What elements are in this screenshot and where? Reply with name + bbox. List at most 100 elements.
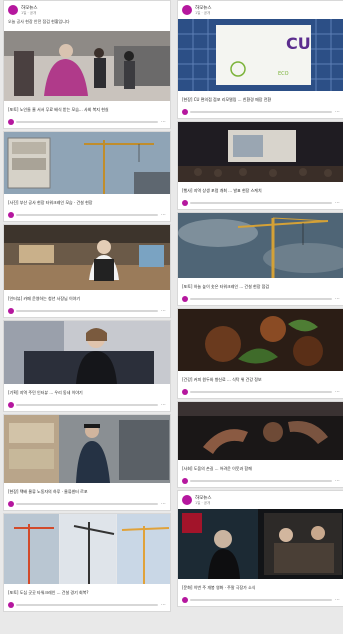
reaction-icon[interactable] [8, 500, 14, 507]
post-image[interactable] [4, 225, 170, 294]
more-options-icon[interactable]: ⋯ [161, 402, 166, 408]
feed-card[interactable]: [건강] 커피 원두와 향신료 ... 식탁 위 건강 정보 ⋯ [177, 308, 343, 399]
feed-column-left: 하모뉴스 1일 · 공개 오늘 공사 현장 안전 점검 현황입니다 [포토] 노… [3, 0, 171, 614]
post-reactions: ⋯ [4, 499, 170, 510]
more-options-icon[interactable]: ⋯ [335, 200, 340, 206]
reaction-icon[interactable] [8, 211, 14, 218]
feed-card[interactable]: [사회] 도움의 손길 ... 어려운 이웃과 함께 ⋯ [177, 401, 343, 488]
more-options-icon[interactable]: ⋯ [161, 119, 166, 125]
post-reactions: ⋯ [178, 476, 343, 487]
post-image[interactable] [4, 514, 170, 588]
feed-card[interactable]: 하모뉴스 1일 · 공개 오늘 공사 현장 안전 점검 현황입니다 [포토] 노… [3, 0, 171, 129]
feed-card[interactable]: [포토] 하늘 높이 솟은 타워크레인 ... 건설 현장 점검 ⋯ [177, 212, 343, 306]
post-reactions: ⋯ [4, 306, 170, 317]
post-reactions: ⋯ [4, 400, 170, 411]
post-caption[interactable]: [행사] 지역 상생 포럼 개최 ... 발표 현장 스케치 [178, 186, 343, 198]
more-options-icon[interactable]: ⋯ [335, 296, 340, 302]
feed-card[interactable]: [행사] 지역 상생 포럼 개최 ... 발표 현장 스케치 ⋯ [177, 121, 343, 210]
post-intro-text: 오늘 공사 현장 안전 점검 현황입니다 [8, 19, 70, 24]
post-caption[interactable]: [포토] 노인들 줄 서서 무료 배식 받는 모습... 사회 복지 현실 [4, 105, 170, 117]
more-options-icon[interactable]: ⋯ [335, 389, 340, 395]
cu-logo-text: CU [286, 34, 311, 53]
reaction-icon[interactable] [8, 401, 14, 408]
post-caption[interactable]: [포토] 하늘 높이 솟은 타워크레인 ... 건설 현장 점검 [178, 282, 343, 294]
post-caption[interactable]: [포토] 도심 곳곳 타워크레인 ... 건설 경기 회복? [4, 588, 170, 600]
channel-avatar[interactable] [182, 5, 192, 15]
more-options-icon[interactable]: ⋯ [335, 109, 340, 115]
post-caption[interactable]: [건강] 커피 원두와 향신료 ... 식탁 위 건강 정보 [178, 375, 343, 387]
more-options-icon[interactable]: ⋯ [335, 478, 340, 484]
reaction-icon[interactable] [182, 596, 188, 603]
channel-avatar[interactable] [182, 495, 192, 505]
post-meta: 1일 · 공개 [195, 10, 211, 15]
eco-label-text: ECO [278, 71, 289, 77]
feed-column-right: 하모뉴스 1일 · 공개 CU ECO [현장] CU 편의점 점포 리모델링 .… [177, 0, 343, 609]
feed-card[interactable]: [기획] 지역 주민 인터뷰 ... 우리 동네 이야기 ⋯ [3, 320, 171, 412]
post-reactions: ⋯ [178, 294, 343, 305]
post-image[interactable] [4, 132, 170, 198]
feed-card[interactable]: [사진] 부산 공사 현장 타워크레인 모습 · 건설 현장 ⋯ [3, 131, 171, 222]
reaction-bar [16, 120, 158, 123]
reaction-icon[interactable] [182, 199, 188, 206]
post-caption[interactable]: [사진] 부산 공사 현장 타워크레인 모습 · 건설 현장 [4, 198, 170, 210]
post-reactions: ⋯ [4, 117, 170, 128]
reaction-bar [16, 603, 158, 606]
post-caption[interactable]: [사회] 도움의 손길 ... 어려운 이웃과 함께 [178, 464, 343, 476]
post-image[interactable] [4, 415, 170, 487]
reaction-icon[interactable] [8, 601, 14, 608]
post-image[interactable] [178, 122, 343, 186]
news-feed-grid: 하모뉴스 1일 · 공개 오늘 공사 현장 안전 점검 현황입니다 [포토] 노… [0, 0, 343, 634]
reaction-bar [16, 213, 158, 216]
channel-info: 하모뉴스 1일 · 공개 [195, 6, 212, 15]
post-image[interactable] [178, 509, 343, 583]
feed-card[interactable]: [포토] 도심 곳곳 타워크레인 ... 건설 경기 회복? ⋯ [3, 513, 171, 612]
post-caption[interactable]: [현장] CU 편의점 점포 리모델링 ... 친환경 매장 전환 [178, 95, 343, 107]
post-image[interactable] [178, 213, 343, 282]
post-reactions: ⋯ [4, 600, 170, 611]
post-caption[interactable]: [문화] 이번 주 개봉 영화 · 주말 극장가 소식 [178, 583, 343, 595]
post-meta: 1일 · 공개 [21, 10, 37, 15]
post-image[interactable] [4, 31, 170, 105]
post-image[interactable] [178, 402, 343, 464]
reaction-bar [190, 390, 332, 393]
reaction-bar [190, 297, 332, 300]
channel-name[interactable]: 하모뉴스 [195, 6, 212, 11]
feed-card[interactable]: [현장] 택배 물류 노동자의 하루 · 물류센터 르포 ⋯ [3, 414, 171, 511]
reaction-bar [190, 479, 332, 482]
channel-name[interactable]: 하모뉴스 [21, 6, 38, 11]
more-options-icon[interactable]: ⋯ [161, 212, 166, 218]
post-reactions: ⋯ [178, 198, 343, 209]
feed-card[interactable]: 하모뉴스 1일 · 공개 [문화] 이번 주 개봉 영화 · 주말 극장가 소식… [177, 490, 343, 607]
reaction-icon[interactable] [8, 118, 14, 125]
post-caption[interactable]: [기획] 지역 주민 인터뷰 ... 우리 동네 이야기 [4, 388, 170, 400]
post-caption[interactable]: [현장] 택배 물류 노동자의 하루 · 물류센터 르포 [4, 487, 170, 499]
post-meta: 1일 · 공개 [195, 500, 211, 505]
card-header: 하모뉴스 1일 · 공개 [178, 491, 343, 509]
reaction-icon[interactable] [8, 307, 14, 314]
post-reactions: ⋯ [178, 595, 343, 606]
reaction-icon[interactable] [182, 108, 188, 115]
channel-name[interactable]: 하모뉴스 [195, 496, 212, 501]
card-header: 하모뉴스 1일 · 공개 [178, 1, 343, 19]
reaction-icon[interactable] [182, 477, 188, 484]
channel-info: 하모뉴스 1일 · 공개 [195, 496, 212, 505]
feed-card[interactable]: 하모뉴스 1일 · 공개 CU ECO [현장] CU 편의점 점포 리모델링 .… [177, 0, 343, 119]
post-image[interactable] [4, 321, 170, 388]
post-reactions: ⋯ [178, 387, 343, 398]
reaction-bar [16, 502, 158, 505]
card-header: 하모뉴스 1일 · 공개 [4, 1, 170, 19]
more-options-icon[interactable]: ⋯ [161, 501, 166, 507]
post-caption[interactable]: [인터뷰] 카페 운영하는 청년 사장님 이야기 [4, 294, 170, 306]
more-options-icon[interactable]: ⋯ [161, 308, 166, 314]
more-options-icon[interactable]: ⋯ [161, 602, 166, 608]
reaction-bar [16, 403, 158, 406]
post-reactions: ⋯ [178, 107, 343, 118]
post-image[interactable] [178, 309, 343, 375]
reaction-icon[interactable] [182, 388, 188, 395]
reaction-bar [16, 309, 158, 312]
feed-card[interactable]: [인터뷰] 카페 운영하는 청년 사장님 이야기 ⋯ [3, 224, 171, 318]
reaction-icon[interactable] [182, 295, 188, 302]
post-image[interactable]: CU ECO [178, 19, 343, 95]
channel-avatar[interactable] [8, 5, 18, 15]
more-options-icon[interactable]: ⋯ [335, 597, 340, 603]
